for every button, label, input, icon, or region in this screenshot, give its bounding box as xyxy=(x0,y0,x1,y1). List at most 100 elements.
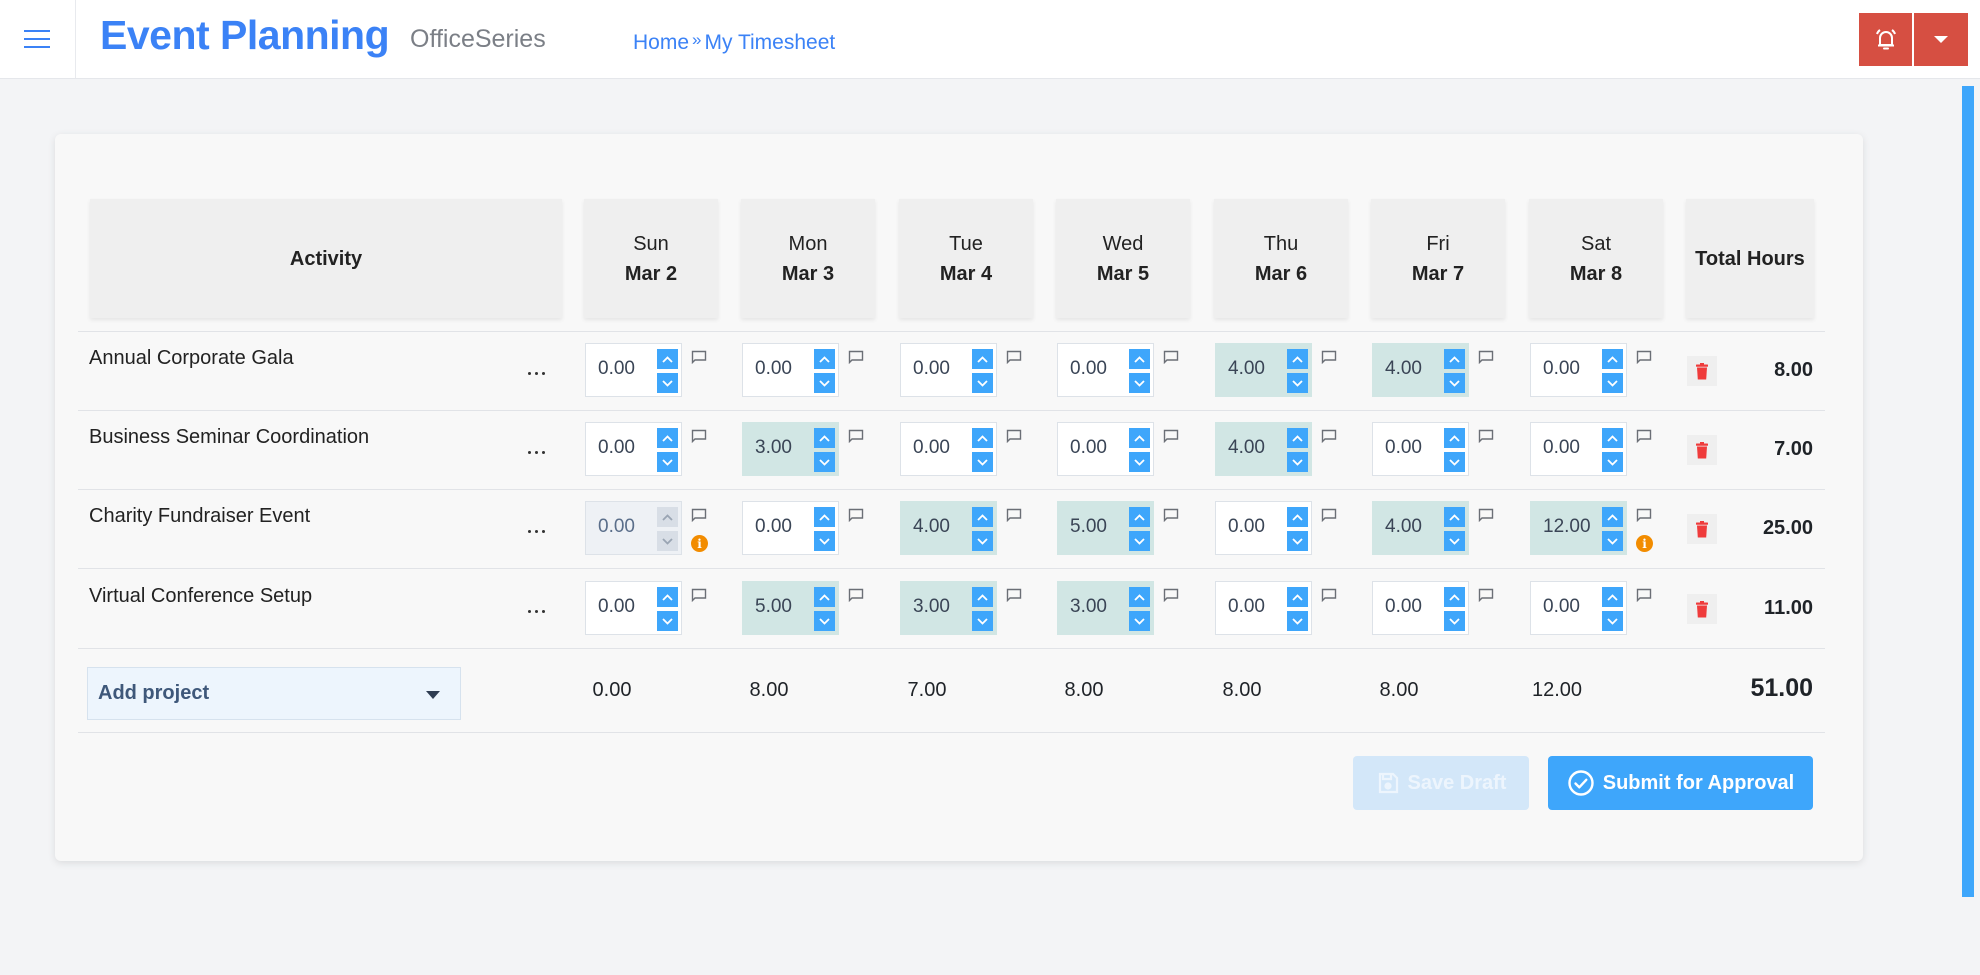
decrement-button[interactable] xyxy=(1602,611,1623,631)
hours-input[interactable]: 12.00 xyxy=(1530,501,1627,555)
decrement-button[interactable] xyxy=(1602,531,1623,551)
increment-button[interactable] xyxy=(1602,428,1623,448)
hours-input[interactable]: 4.00 xyxy=(1215,422,1312,476)
decrement-button[interactable] xyxy=(1287,452,1308,472)
increment-button[interactable] xyxy=(657,349,678,369)
decrement-button[interactable] xyxy=(1444,531,1465,551)
more-options-icon[interactable] xyxy=(521,521,551,541)
hours-input[interactable]: 3.00 xyxy=(900,581,997,635)
decrement-button[interactable] xyxy=(972,611,993,631)
increment-button[interactable] xyxy=(972,507,993,527)
comment-icon[interactable] xyxy=(691,429,707,444)
decrement-button[interactable] xyxy=(972,452,993,472)
breadcrumb-my-timesheet[interactable]: My Timesheet xyxy=(705,31,836,54)
decrement-button[interactable] xyxy=(814,373,835,393)
comment-icon[interactable] xyxy=(848,588,864,603)
decrement-button[interactable] xyxy=(972,373,993,393)
increment-button[interactable] xyxy=(1444,507,1465,527)
comment-icon[interactable] xyxy=(1478,429,1494,444)
warning-info-icon[interactable]: i xyxy=(691,535,708,552)
comment-icon[interactable] xyxy=(1163,429,1179,444)
decrement-button[interactable] xyxy=(814,531,835,551)
delete-row-button[interactable] xyxy=(1687,594,1717,624)
comment-icon[interactable] xyxy=(691,508,707,523)
hours-input[interactable]: 0.00 xyxy=(1057,422,1154,476)
decrement-button[interactable] xyxy=(1287,611,1308,631)
page-scrollbar[interactable] xyxy=(1962,86,1974,897)
increment-button[interactable] xyxy=(1602,507,1623,527)
increment-button[interactable] xyxy=(1129,507,1150,527)
hours-input[interactable]: 0.00 xyxy=(585,581,682,635)
hours-input[interactable]: 4.00 xyxy=(1372,501,1469,555)
comment-icon[interactable] xyxy=(848,350,864,365)
comment-icon[interactable] xyxy=(1006,350,1022,365)
increment-button[interactable] xyxy=(1287,587,1308,607)
add-project-dropdown[interactable]: Add project xyxy=(87,667,461,720)
hours-input[interactable]: 0.00 xyxy=(1372,581,1469,635)
increment-button[interactable] xyxy=(1287,428,1308,448)
hamburger-menu-icon[interactable] xyxy=(22,26,52,52)
decrement-button[interactable] xyxy=(972,531,993,551)
increment-button[interactable] xyxy=(1129,349,1150,369)
save-draft-button[interactable]: Save Draft xyxy=(1353,756,1529,810)
comment-icon[interactable] xyxy=(1163,588,1179,603)
hours-input[interactable]: 0.00 xyxy=(900,422,997,476)
increment-button[interactable] xyxy=(972,349,993,369)
hours-input[interactable]: 0.00 xyxy=(1530,422,1627,476)
comment-icon[interactable] xyxy=(1321,350,1337,365)
decrement-button[interactable] xyxy=(1444,452,1465,472)
decrement-button[interactable] xyxy=(657,452,678,472)
decrement-button[interactable] xyxy=(814,611,835,631)
delete-row-button[interactable] xyxy=(1687,356,1717,386)
increment-button[interactable] xyxy=(657,428,678,448)
increment-button[interactable] xyxy=(972,428,993,448)
comment-icon[interactable] xyxy=(1006,508,1022,523)
hours-input[interactable]: 0.00 xyxy=(585,343,682,397)
decrement-button[interactable] xyxy=(1602,373,1623,393)
comment-icon[interactable] xyxy=(691,350,707,365)
comment-icon[interactable] xyxy=(1006,429,1022,444)
increment-button[interactable] xyxy=(1602,587,1623,607)
hours-input[interactable]: 0.00 xyxy=(1372,422,1469,476)
comment-icon[interactable] xyxy=(1636,508,1652,523)
decrement-button[interactable] xyxy=(1444,373,1465,393)
comment-icon[interactable] xyxy=(848,508,864,523)
comment-icon[interactable] xyxy=(1163,508,1179,523)
comment-icon[interactable] xyxy=(1163,350,1179,365)
breadcrumb-home[interactable]: Home xyxy=(633,31,689,54)
increment-button[interactable] xyxy=(972,587,993,607)
decrement-button[interactable] xyxy=(1287,531,1308,551)
increment-button[interactable] xyxy=(814,428,835,448)
hours-input[interactable]: 0.00 xyxy=(742,343,839,397)
decrement-button[interactable] xyxy=(1129,373,1150,393)
hours-input[interactable]: 4.00 xyxy=(900,501,997,555)
delete-row-button[interactable] xyxy=(1687,435,1717,465)
comment-icon[interactable] xyxy=(1478,508,1494,523)
more-options-icon[interactable] xyxy=(521,601,551,621)
decrement-button[interactable] xyxy=(657,373,678,393)
comment-icon[interactable] xyxy=(1321,588,1337,603)
decrement-button[interactable] xyxy=(1287,373,1308,393)
comment-icon[interactable] xyxy=(1636,429,1652,444)
hours-input[interactable]: 0.00 xyxy=(1057,343,1154,397)
hours-input[interactable]: 5.00 xyxy=(742,581,839,635)
comment-icon[interactable] xyxy=(1478,350,1494,365)
decrement-button[interactable] xyxy=(1444,611,1465,631)
hours-input[interactable]: 0.00 xyxy=(900,343,997,397)
increment-button[interactable] xyxy=(1444,587,1465,607)
comment-icon[interactable] xyxy=(1636,350,1652,365)
hours-input[interactable]: 0.00 xyxy=(585,422,682,476)
decrement-button[interactable] xyxy=(1129,531,1150,551)
comment-icon[interactable] xyxy=(1478,588,1494,603)
hours-input[interactable]: 5.00 xyxy=(1057,501,1154,555)
hours-input[interactable]: 0.00 xyxy=(742,501,839,555)
increment-button[interactable] xyxy=(1287,507,1308,527)
more-options-icon[interactable] xyxy=(521,363,551,383)
comment-icon[interactable] xyxy=(1321,429,1337,444)
hours-input[interactable]: 4.00 xyxy=(1215,343,1312,397)
comment-icon[interactable] xyxy=(1636,588,1652,603)
comment-icon[interactable] xyxy=(1006,588,1022,603)
notifications-button[interactable] xyxy=(1859,13,1912,66)
submit-for-approval-button[interactable]: Submit for Approval xyxy=(1548,756,1813,810)
hours-input[interactable]: 0.00 xyxy=(1215,501,1312,555)
